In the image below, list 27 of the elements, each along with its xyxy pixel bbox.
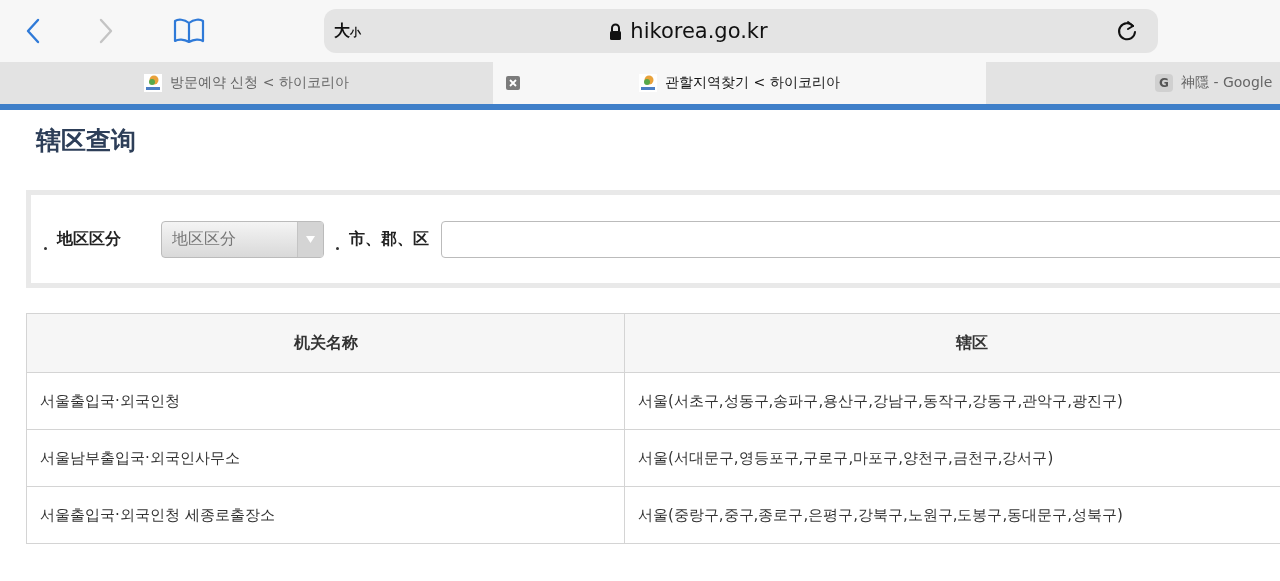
table-cell: 서울남부출입국·외국인사무소	[26, 429, 625, 487]
site-logo-icon	[143, 74, 162, 92]
column-header: 机关名称	[26, 313, 625, 373]
page-title: 辖区查询	[34, 125, 137, 157]
table-cell: 서울출입국·외국인청	[26, 372, 625, 430]
favicon-icon: G	[1155, 74, 1173, 92]
caret-icon	[306, 235, 315, 243]
close-icon[interactable]	[506, 76, 520, 90]
browser-tab[interactable]: 관할지역찾기 < 하이코리아	[493, 62, 986, 104]
table-cell: 서울출입국·외국인청 세종로출장소	[26, 486, 625, 544]
url-text: hikorea.go.kr	[630, 19, 768, 43]
lock-icon	[609, 22, 623, 40]
city-input-field[interactable]	[441, 220, 1280, 258]
city-label: 市、郡、区	[349, 228, 429, 250]
bullet-icon	[336, 246, 339, 250]
region-select[interactable]: 地区区分	[161, 220, 324, 258]
site-logo-icon	[639, 74, 658, 92]
reload-icon[interactable]	[1116, 20, 1138, 42]
region-label: 地区区分	[57, 228, 121, 250]
text-size-button[interactable]: 大小	[334, 20, 361, 42]
address-bar[interactable]: 大小 hikorea.go.kr	[324, 9, 1158, 53]
book-icon[interactable]	[173, 18, 205, 44]
column-header: 辖区	[624, 313, 1280, 373]
browser-tab[interactable]: G 神隱 - Google	[986, 62, 1280, 104]
browser-tab[interactable]: 방문예약 신청 < 하이코리아	[0, 62, 493, 104]
bullet-icon	[44, 246, 47, 250]
back-icon[interactable]	[25, 18, 41, 44]
